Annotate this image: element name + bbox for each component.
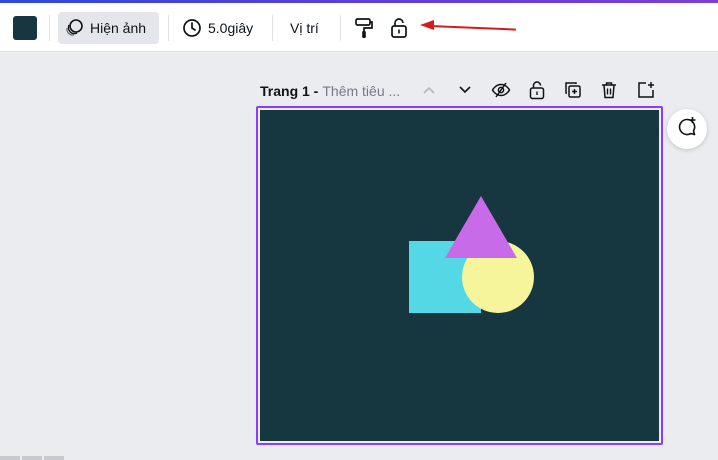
toolbar-divider (340, 15, 341, 41)
animate-icon (64, 18, 84, 38)
animate-label: Hiện ảnh (90, 20, 147, 36)
design-page-canvas[interactable] (256, 106, 663, 445)
position-button[interactable]: Vị trí (282, 12, 330, 44)
toolbar-divider (272, 15, 273, 41)
canvas-background[interactable] (260, 110, 659, 441)
paint-roller-icon (354, 17, 374, 39)
duplicate-icon[interactable] (563, 80, 583, 100)
color-swatch[interactable] (13, 16, 37, 40)
triangle-shape[interactable] (445, 196, 517, 258)
bottom-scroll-marks (0, 456, 64, 460)
toolbar-divider (49, 15, 50, 41)
toolbar-divider (168, 15, 169, 41)
lock-icon[interactable] (527, 80, 547, 100)
timer-icon (182, 18, 202, 38)
position-label: Vị trí (290, 20, 319, 36)
add-comment-icon (676, 116, 698, 143)
add-page-icon[interactable] (636, 80, 656, 100)
paint-format-button[interactable] (350, 12, 378, 44)
trash-icon[interactable] (599, 80, 619, 100)
hide-icon[interactable] (491, 80, 511, 100)
duration-button[interactable]: 5.0giây (176, 12, 264, 44)
lock-button[interactable] (386, 12, 412, 44)
animate-button[interactable]: Hiện ảnh (58, 12, 159, 44)
chevron-up-icon[interactable] (419, 80, 439, 100)
page-title: Trang 1 - (260, 83, 319, 99)
editor-toolbar: Hiện ảnh 5.0giây Vị trí (0, 3, 718, 52)
lock-icon (390, 17, 408, 39)
duration-label: 5.0giây (208, 20, 254, 36)
chevron-down-icon[interactable] (455, 80, 475, 100)
page-title-input[interactable]: Thêm tiêu ... (322, 83, 400, 99)
add-comment-button[interactable] (667, 109, 707, 149)
annotation-arrow-head (420, 20, 434, 30)
